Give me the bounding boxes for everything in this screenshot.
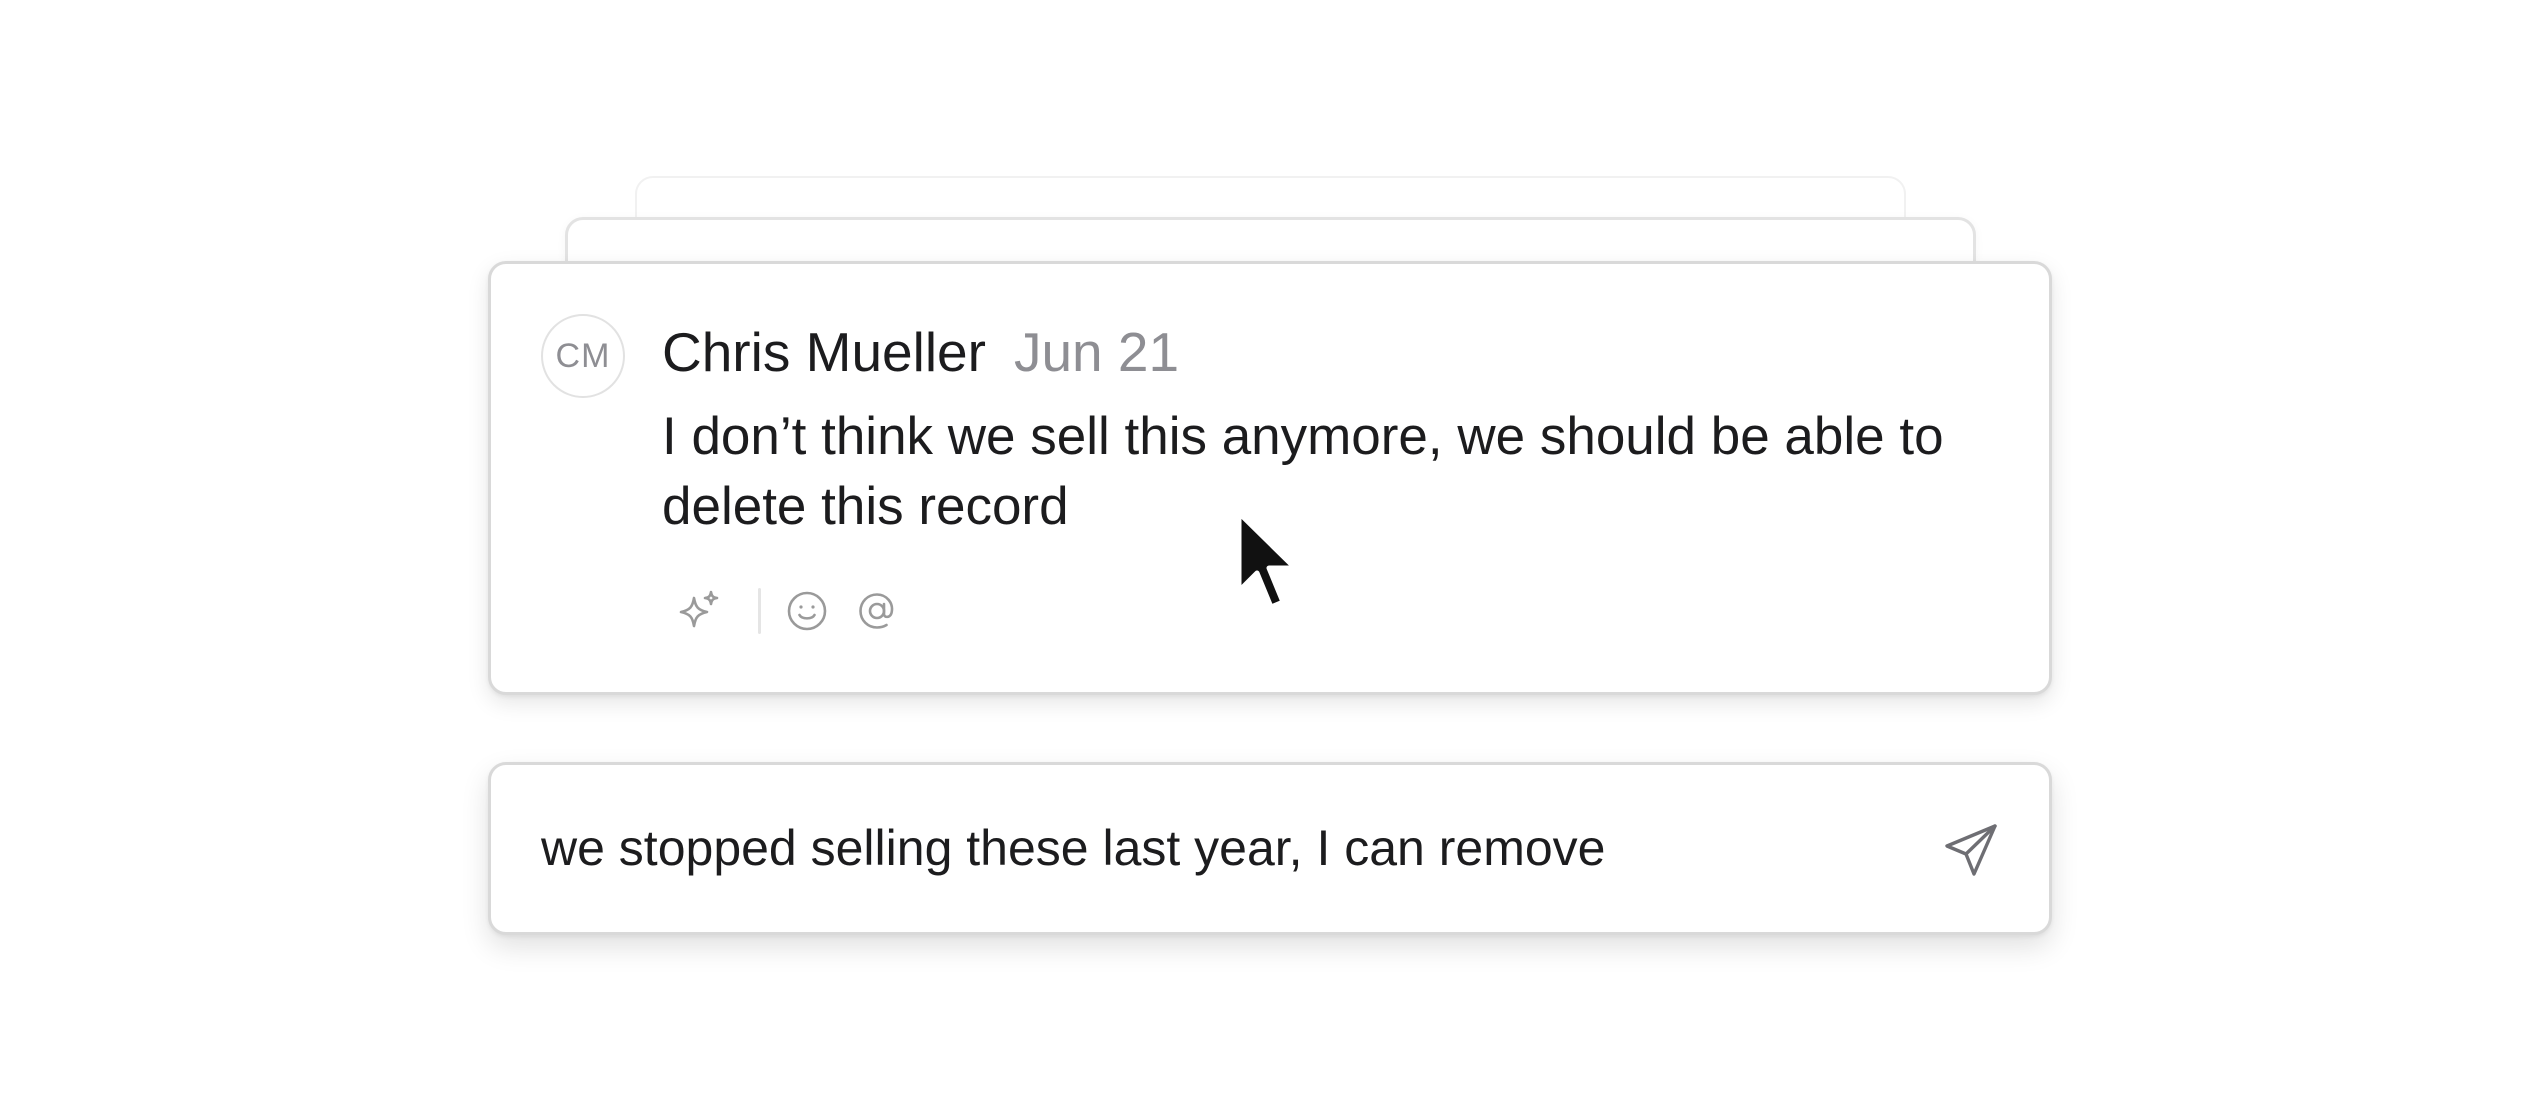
reply-input[interactable] xyxy=(541,810,1871,886)
send-button[interactable] xyxy=(1939,818,2003,882)
reply-composer xyxy=(488,762,2052,935)
comment-message: I don’t think we sell this anymore, we s… xyxy=(662,407,1944,536)
comment-header: Chris Mueller Jun 21 xyxy=(662,320,1179,384)
emoji-icon[interactable] xyxy=(785,589,829,633)
comment-card: CM Chris Mueller Jun 21 I don’t think we… xyxy=(488,261,2052,695)
send-icon xyxy=(1945,824,1997,876)
avatar: CM xyxy=(541,314,625,398)
mention-icon[interactable] xyxy=(855,589,899,633)
sparkle-icon[interactable] xyxy=(676,588,722,634)
action-divider xyxy=(758,588,761,634)
comment-actions xyxy=(676,586,899,636)
comment-date: Jun 21 xyxy=(1013,321,1180,383)
comment-author: Chris Mueller xyxy=(662,321,986,383)
mouse-cursor-icon xyxy=(1236,510,1298,610)
